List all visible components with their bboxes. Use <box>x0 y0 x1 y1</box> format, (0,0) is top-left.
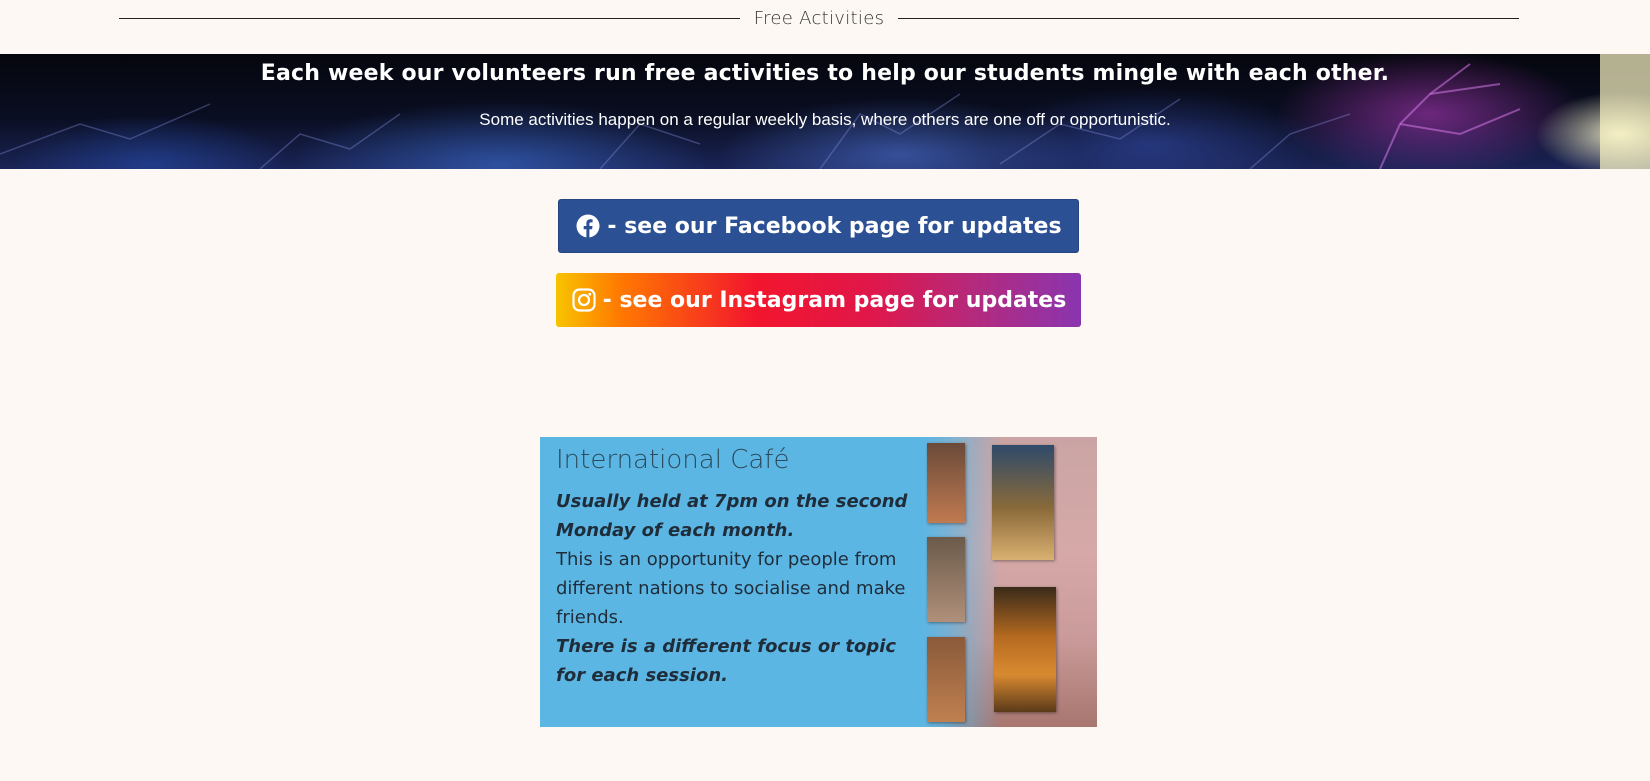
poster-image <box>927 537 965 622</box>
section-title: Free Activities <box>753 8 885 29</box>
activity-card-international-cafe: International Café Usually held at 7pm o… <box>540 437 1097 727</box>
poster-image <box>994 587 1056 712</box>
heading-divider-right <box>898 18 1520 19</box>
activity-photo <box>922 437 1097 727</box>
activity-title: International Café <box>556 445 790 475</box>
heading-divider-left <box>119 18 740 19</box>
activity-schedule: Usually held at 7pm on the second Monday… <box>556 491 908 541</box>
instagram-button-label: - see our Instagram page for updates <box>602 287 1067 313</box>
poster-image <box>927 443 965 523</box>
facebook-button-label: - see our Facebook page for updates <box>607 213 1062 239</box>
banner-headline: Each week our volunteers run free activi… <box>260 61 1390 86</box>
section-heading: Free Activities <box>119 0 1520 37</box>
facebook-button[interactable]: - see our Facebook page for updates <box>558 199 1079 253</box>
activity-description: This is an opportunity for people from d… <box>556 549 906 628</box>
facebook-icon <box>575 213 601 239</box>
banner-subline: Some activities happen on a regular week… <box>479 110 1171 129</box>
activity-text: International Café Usually held at 7pm o… <box>556 445 916 690</box>
poster-image <box>927 637 965 722</box>
activity-note: There is a different focus or topic for … <box>556 636 897 686</box>
instagram-button[interactable]: - see our Instagram page for updates <box>556 273 1081 327</box>
activities-banner: Each week our volunteers run free activi… <box>0 54 1650 169</box>
poster-image <box>992 445 1054 560</box>
instagram-icon <box>571 287 597 313</box>
